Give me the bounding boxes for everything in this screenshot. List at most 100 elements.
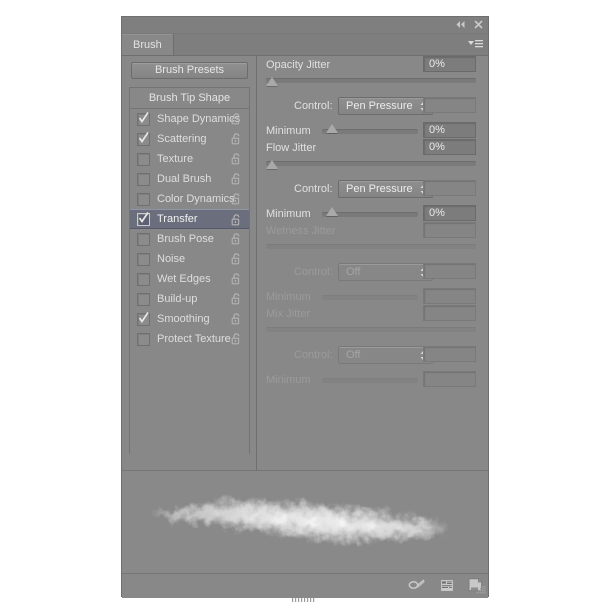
wetness-jitter-control-extra-field[interactable] — [423, 263, 476, 279]
panel-menu-icon[interactable] — [467, 38, 483, 51]
opacity-jitter-minimum-thumb[interactable] — [326, 124, 338, 133]
checkbox-checked[interactable] — [137, 213, 150, 226]
checkbox-unchecked[interactable] — [137, 333, 150, 346]
brush-option-noise[interactable]: Noise — [130, 249, 249, 269]
unlock-icon[interactable] — [231, 313, 242, 325]
brush-option-brush-pose[interactable]: Brush Pose — [130, 229, 249, 249]
brush-option-label: Build-up — [157, 293, 197, 305]
brush-option-protect-texture[interactable]: Protect Texture — [130, 329, 249, 349]
wetness-jitter-control-select[interactable]: Off — [338, 263, 433, 281]
brush-option-texture[interactable]: Texture — [130, 149, 249, 169]
flow-jitter-value-field[interactable]: 0% — [423, 139, 476, 155]
brush-option-label: Smoothing — [157, 313, 210, 325]
opacity-jitter-control-row: Control:Pen Pressure — [266, 96, 476, 115]
wetness-jitter-minimum-field[interactable] — [423, 288, 476, 304]
brush-option-wet-edges[interactable]: Wet Edges — [130, 269, 249, 289]
double-chevron-left-icon[interactable] — [455, 19, 466, 30]
brush-presets-wrap: Brush Presets — [122, 56, 256, 85]
opacity-jitter-slider[interactable] — [266, 76, 476, 89]
mix-jitter-control-value: Off — [346, 349, 360, 361]
brush-option-label: Dual Brush — [157, 173, 211, 185]
flow-jitter-minimum-row: Minimum0% — [266, 205, 476, 222]
flow-jitter-control-extra-field[interactable] — [423, 180, 476, 196]
brush-option-smoothing[interactable]: Smoothing — [130, 309, 249, 329]
tab-brush[interactable]: Brush — [122, 34, 174, 55]
mix-jitter-value-field[interactable] — [423, 305, 476, 321]
checkbox-unchecked[interactable] — [137, 153, 150, 166]
opacity-jitter-slider-thumb[interactable] — [266, 77, 278, 86]
mix-jitter-slider[interactable] — [266, 325, 476, 338]
checkbox-unchecked[interactable] — [137, 193, 150, 206]
wetness-jitter-value-field[interactable] — [423, 222, 476, 238]
tabstrip-filler — [174, 34, 488, 55]
checkbox-unchecked[interactable] — [137, 173, 150, 186]
unlock-icon[interactable] — [231, 233, 242, 245]
opacity-jitter-slider-track — [266, 78, 476, 83]
brush-tip-shape-header[interactable]: Brush Tip Shape — [130, 88, 249, 109]
brush-option-transfer[interactable]: Transfer — [130, 209, 249, 229]
wetness-jitter-slider[interactable] — [266, 242, 476, 255]
flow-jitter-control-select[interactable]: Pen Pressure — [338, 180, 433, 198]
checkbox-checked[interactable] — [137, 313, 150, 326]
brush-option-color-dynamics[interactable]: Color Dynamics — [130, 189, 249, 209]
toggle-live-tip-brush-icon[interactable] — [408, 578, 426, 595]
mix-jitter-minimum-track[interactable] — [322, 378, 418, 383]
footer-icon-group — [408, 578, 483, 595]
brush-option-scattering[interactable]: Scattering — [130, 129, 249, 149]
brush-option-dual-brush[interactable]: Dual Brush — [130, 169, 249, 189]
unlock-icon[interactable] — [231, 214, 242, 226]
checkbox-unchecked[interactable] — [137, 253, 150, 266]
brush-option-label: Wet Edges — [157, 273, 211, 285]
unlock-icon[interactable] — [231, 333, 242, 345]
flow-jitter-control-label: Control: — [294, 183, 333, 195]
unlock-icon[interactable] — [231, 293, 242, 305]
mix-jitter-minimum-label: Minimum — [266, 374, 311, 386]
unlock-icon[interactable] — [231, 193, 242, 205]
wetness-jitter-minimum-row: Minimum — [266, 288, 476, 305]
unlock-icon[interactable] — [231, 133, 242, 145]
opacity-jitter-minimum-field[interactable]: 0% — [423, 122, 476, 138]
mix-jitter-minimum-field[interactable] — [423, 371, 476, 387]
flow-jitter-row: Flow Jitter0% — [266, 139, 476, 156]
flow-jitter-slider-thumb[interactable] — [266, 160, 278, 169]
titlebar-buttons — [455, 19, 484, 30]
unlock-icon[interactable] — [231, 273, 242, 285]
unlock-icon[interactable] — [231, 253, 242, 265]
brush-option-build-up[interactable]: Build-up — [130, 289, 249, 309]
brush-option-rows: Shape DynamicsScatteringTexture Dual Brus… — [130, 109, 249, 349]
checkbox-checked[interactable] — [137, 113, 150, 126]
wetness-jitter-minimum-track[interactable] — [322, 295, 418, 300]
mix-jitter-control-select[interactable]: Off — [338, 346, 433, 364]
resize-grip-icon[interactable] — [475, 585, 486, 596]
unlock-icon[interactable] — [231, 173, 242, 185]
setting-group-opacity-jitter: Opacity Jitter0%Control:Pen PressureMini… — [257, 56, 488, 139]
opacity-jitter-control-select[interactable]: Pen Pressure — [338, 97, 433, 115]
flow-jitter-minimum-field[interactable]: 0% — [423, 205, 476, 221]
opacity-jitter-label: Opacity Jitter — [266, 59, 330, 71]
opacity-jitter-control-extra-field[interactable] — [423, 97, 476, 113]
panel-body: Brush Presets Brush Tip Shape Shape Dyna… — [122, 56, 488, 470]
mix-jitter-slider-track — [266, 327, 476, 332]
mix-jitter-control-extra-field[interactable] — [423, 346, 476, 362]
unlock-icon[interactable] — [231, 153, 242, 165]
opacity-jitter-row: Opacity Jitter 0% — [266, 56, 476, 73]
brush-preset-picker-icon[interactable] — [440, 579, 454, 595]
checkbox-unchecked[interactable] — [137, 233, 150, 246]
flow-jitter-slider[interactable] — [266, 159, 476, 172]
setting-groups: Opacity Jitter0%Control:Pen PressureMini… — [257, 56, 488, 388]
opacity-jitter-value-field[interactable]: 0% — [423, 56, 476, 72]
mix-jitter-control-label: Control: — [294, 349, 333, 361]
brush-options-list: Brush Tip Shape Shape DynamicsScattering… — [129, 87, 250, 454]
checkbox-unchecked[interactable] — [137, 273, 150, 286]
wetness-jitter-row: Wetness Jitter — [266, 222, 476, 239]
brush-presets-button[interactable]: Brush Presets — [131, 62, 248, 79]
flow-jitter-minimum-thumb[interactable] — [326, 207, 338, 216]
checkbox-unchecked[interactable] — [137, 293, 150, 306]
brush-option-shape-dynamics[interactable]: Shape Dynamics — [130, 109, 249, 129]
close-icon[interactable] — [473, 19, 484, 30]
panel-bottom-grip[interactable] — [292, 593, 318, 597]
brush-options-sidebar: Brush Presets Brush Tip Shape Shape Dyna… — [122, 56, 257, 470]
checkbox-checked[interactable] — [137, 133, 150, 146]
unlock-icon[interactable] — [231, 113, 242, 125]
mix-jitter-control-row: Control: Off — [266, 345, 476, 364]
